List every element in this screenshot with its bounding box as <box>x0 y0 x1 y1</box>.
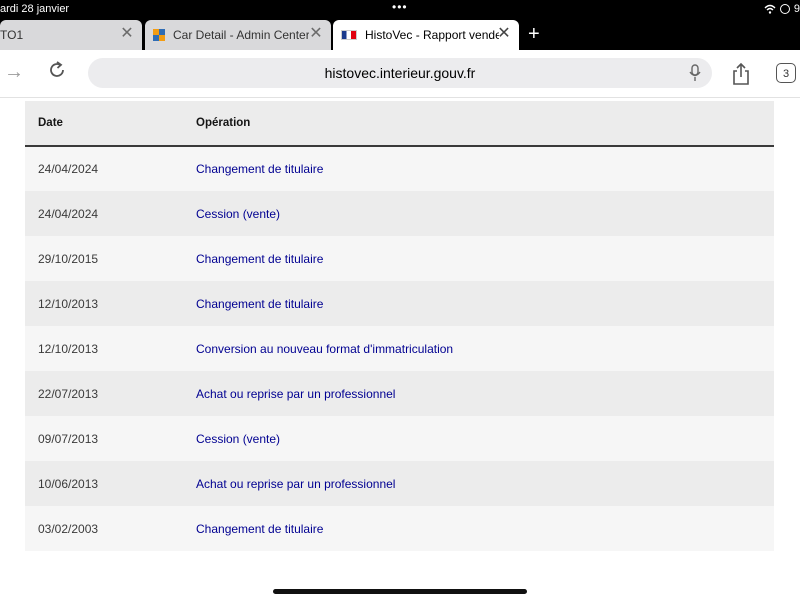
table-row: 12/10/2013 Conversion au nouveau format … <box>25 326 774 371</box>
row-date: 29/10/2015 <box>38 251 99 266</box>
close-icon[interactable]: ✕ <box>120 26 134 42</box>
admin-center-favicon-icon <box>153 29 165 41</box>
row-operation: Achat ou reprise par un professionnel <box>196 476 396 491</box>
row-operation: Changement de titulaire <box>196 162 324 176</box>
row-operation: Conversion au nouveau format d'immatricu… <box>196 341 454 356</box>
multitasking-dots[interactable]: ••• <box>392 0 408 14</box>
microphone-icon[interactable] <box>688 64 702 82</box>
row-date: 24/04/2024 <box>38 206 99 221</box>
status-bar: ardi 28 janvier ••• 9 <box>0 0 800 20</box>
status-indicators: 9 <box>764 3 800 15</box>
page-content: Date Opération 24/04/2024 Changement de … <box>0 98 800 600</box>
close-icon[interactable]: ✕ <box>309 26 323 42</box>
row-operation: Changement de titulaire <box>196 521 324 536</box>
tab-overview-button[interactable]: 3 <box>776 63 796 83</box>
column-header-operation: Opération <box>196 117 251 129</box>
french-flag-favicon-icon <box>341 30 357 40</box>
rotation-lock-icon <box>779 4 790 14</box>
row-date: 24/04/2024 <box>38 162 99 176</box>
new-tab-button[interactable]: + <box>528 23 540 45</box>
wifi-icon <box>764 4 776 14</box>
forward-arrow-icon[interactable]: → <box>4 61 24 84</box>
table-row: 29/10/2015 Changement de titulaire <box>25 236 774 281</box>
row-date: 10/06/2013 <box>38 476 99 491</box>
row-operation: Cession (vente) <box>196 431 281 446</box>
row-date: 22/07/2013 <box>38 386 99 401</box>
tab-car-detail[interactable]: Car Detail - Admin Center ✕ <box>145 20 331 50</box>
tab-title: HistoVec - Rapport vendeur <box>365 28 499 42</box>
table-body: 24/04/2024 Changement de titulaire 24/04… <box>25 146 774 551</box>
home-indicator[interactable] <box>273 589 527 594</box>
close-icon[interactable]: ✕ <box>497 26 511 42</box>
reload-icon[interactable] <box>46 59 68 81</box>
share-icon[interactable] <box>731 62 751 86</box>
row-date: 03/02/2003 <box>38 521 99 536</box>
table-row: 22/07/2013 Achat ou reprise par un profe… <box>25 371 774 416</box>
tab-title: TO1 <box>0 28 24 42</box>
tab-title: Car Detail - Admin Center <box>173 28 309 42</box>
row-operation: Changement de titulaire <box>196 296 324 311</box>
table-row: 12/10/2013 Changement de titulaire <box>25 281 774 326</box>
status-date: ardi 28 janvier <box>0 3 70 15</box>
tab-to1[interactable]: TO1 ✕ <box>0 20 142 50</box>
address-field[interactable]: histovec.interieur.gouv.fr <box>88 58 712 88</box>
row-date: 12/10/2013 <box>38 296 99 311</box>
column-header-date: Date <box>38 117 63 129</box>
row-operation: Achat ou reprise par un professionnel <box>196 386 396 401</box>
table-row: 24/04/2024 Cession (vente) <box>25 191 774 236</box>
row-operation: Changement de titulaire <box>196 251 324 266</box>
table-header-row: Date Opération <box>25 101 774 146</box>
table-row: 09/07/2013 Cession (vente) <box>25 416 774 461</box>
operations-table: Date Opération 24/04/2024 Changement de … <box>25 101 774 551</box>
table-row: 10/06/2013 Achat ou reprise par un profe… <box>25 461 774 506</box>
tab-histovec[interactable]: HistoVec - Rapport vendeur ✕ <box>333 20 519 50</box>
tab-bar: TO1 ✕ Car Detail - Admin Center ✕ HistoV… <box>0 20 800 50</box>
browser-toolbar: → histovec.interieur.gouv.fr 3 <box>0 50 800 98</box>
table-row: 24/04/2024 Changement de titulaire <box>25 146 774 191</box>
battery-percent: 9 <box>793 3 800 15</box>
url-text: histovec.interieur.gouv.fr <box>324 65 476 81</box>
row-date: 12/10/2013 <box>38 341 99 356</box>
row-date: 09/07/2013 <box>38 431 99 446</box>
row-operation: Cession (vente) <box>196 206 281 221</box>
table-row: 03/02/2003 Changement de titulaire <box>25 506 774 551</box>
